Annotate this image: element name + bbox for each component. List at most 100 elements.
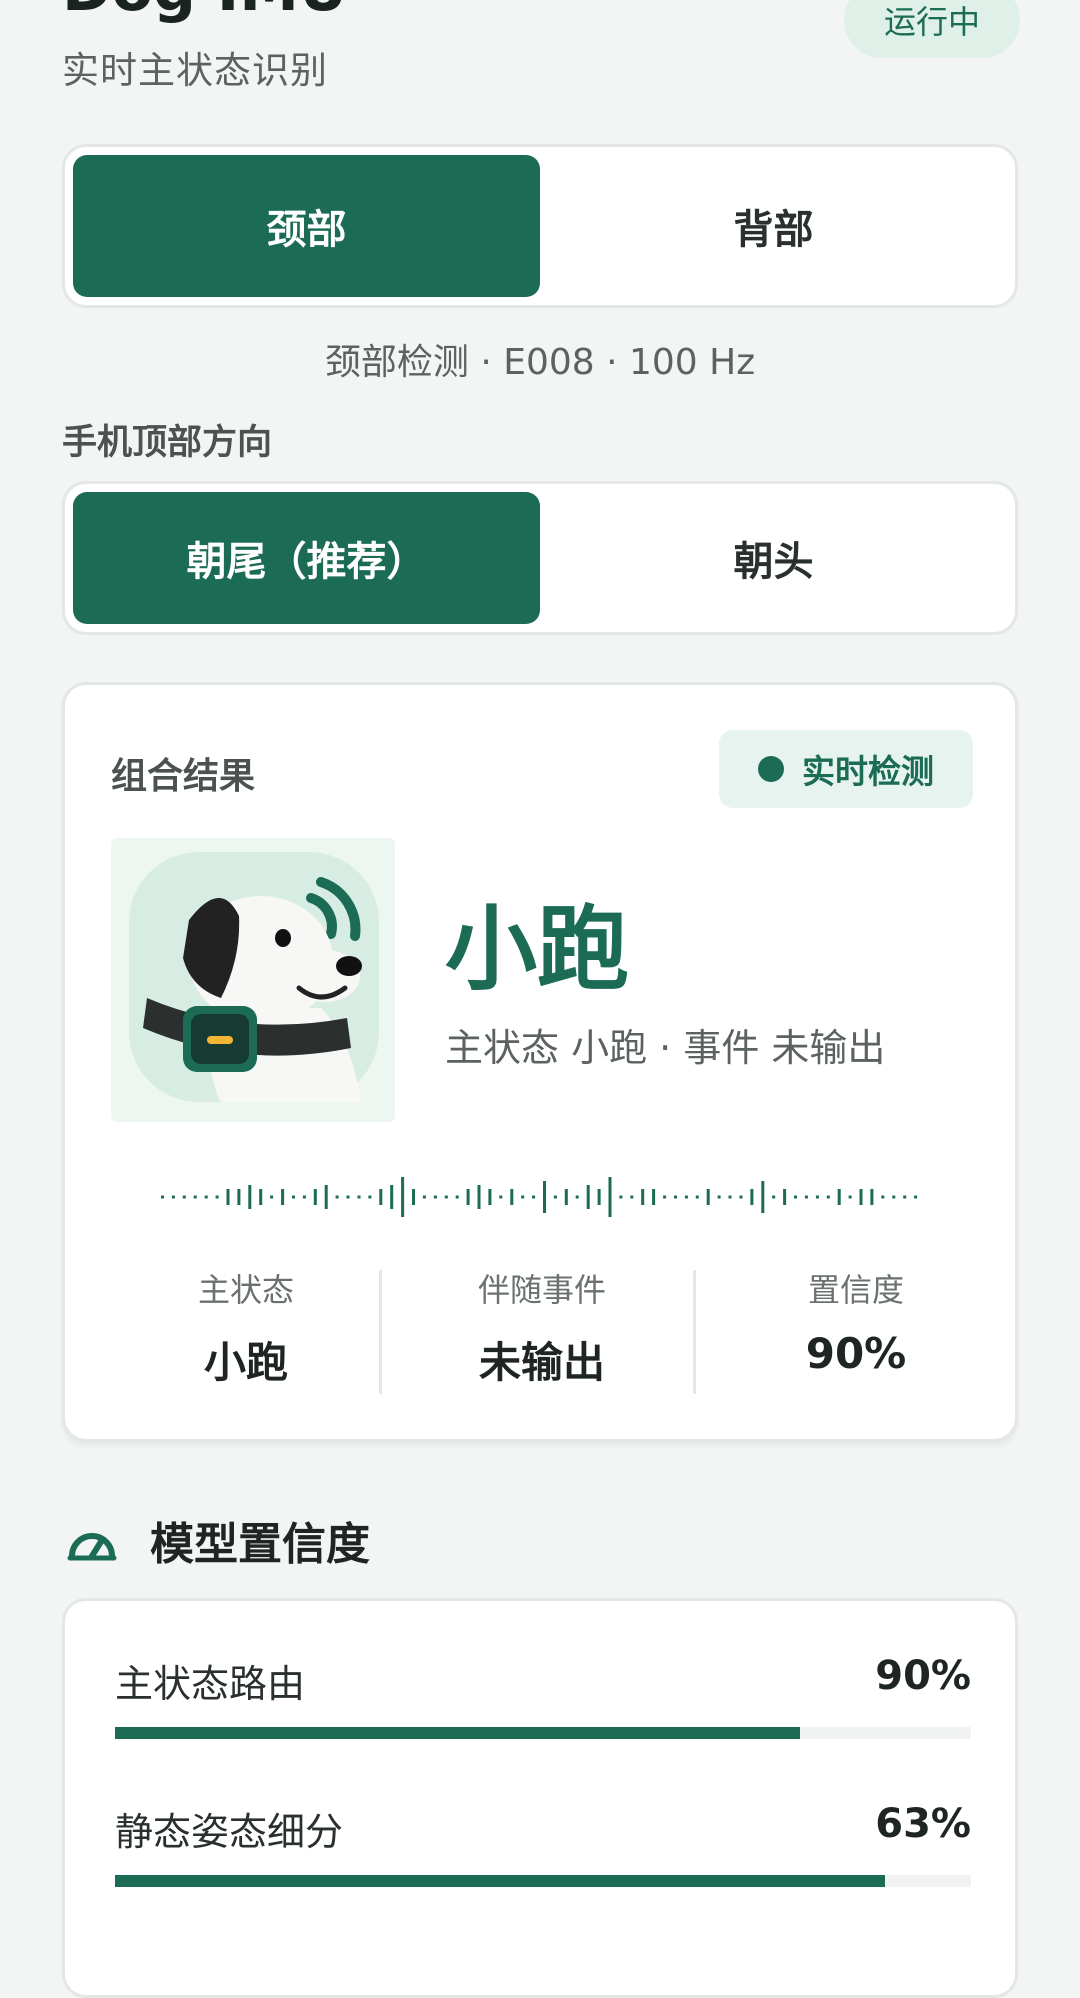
realtime-badge: 实时检测 <box>719 730 973 808</box>
waveform-bar <box>837 1189 841 1205</box>
waveform-bar <box>379 1189 383 1205</box>
stat-event: 伴随事件 未输出 <box>387 1265 697 1390</box>
waveform-bar <box>728 1195 732 1199</box>
waveform-bar <box>204 1195 208 1199</box>
waveform-bar <box>412 1189 415 1205</box>
waveform-bar <box>783 1189 787 1205</box>
mount-option-back[interactable]: 背部 <box>540 155 1007 297</box>
waveform-bar <box>695 1195 699 1199</box>
waveform-bar <box>870 1189 874 1205</box>
stat-main-state-value: 小跑 <box>203 1338 288 1387</box>
waveform-bar <box>794 1195 797 1199</box>
orientation-option-tail[interactable]: 朝尾（推荐） <box>73 492 540 624</box>
waveform-bar <box>804 1195 808 1199</box>
waveform-bar <box>684 1195 688 1199</box>
waveform-bar <box>630 1195 634 1199</box>
current-state: 小跑 <box>445 896 630 1003</box>
confidence-card: 主状态路由 90% 静态姿态细分 63% <box>62 1598 1018 1998</box>
confidence-bar-fill <box>115 1727 800 1739</box>
waveform-bar <box>357 1195 361 1199</box>
mount-option-neck[interactable]: 颈部 <box>73 155 540 297</box>
waveform-bar <box>543 1181 546 1213</box>
waveform-bar <box>281 1189 285 1205</box>
orientation-selector: 朝尾（推荐） 朝头 <box>62 481 1018 635</box>
result-card: 组合结果 实时检测 小跑 主状态 小跑 · 事件 未输出 主状态 小跑 伴随事件… <box>62 682 1018 1442</box>
waveform-bar <box>477 1185 481 1209</box>
waveform-bar <box>619 1195 623 1199</box>
waveform-bar <box>499 1195 503 1199</box>
waveform-bar <box>346 1195 350 1199</box>
waveform-bar <box>292 1195 295 1199</box>
stat-confidence-value: 90% <box>805 1329 907 1378</box>
signal-waveform <box>161 1177 918 1217</box>
waveform-bar <box>914 1195 918 1199</box>
waveform-bar <box>510 1189 514 1205</box>
waveform-bar <box>903 1195 907 1199</box>
waveform-bar <box>488 1189 492 1205</box>
waveform-bar <box>521 1195 525 1199</box>
confidence-bar-track <box>115 1727 971 1739</box>
waveform-bar <box>433 1195 437 1199</box>
confidence-row-name: 主状态路由 <box>115 1662 306 1706</box>
waveform-bar <box>226 1189 230 1205</box>
waveform-bar <box>313 1189 317 1205</box>
waveform-bar <box>641 1189 645 1205</box>
waveform-bar <box>652 1189 656 1205</box>
orientation-option-head[interactable]: 朝头 <box>540 492 1007 624</box>
waveform-bar <box>270 1195 274 1199</box>
waveform-bar <box>466 1189 470 1205</box>
waveform-bar <box>248 1185 252 1209</box>
confidence-row-value: 90% <box>875 1653 971 1699</box>
waveform-bar <box>761 1181 765 1213</box>
waveform-bar <box>182 1195 186 1199</box>
waveform-bar <box>881 1195 885 1199</box>
waveform-bar <box>215 1195 219 1199</box>
waveform-bar <box>335 1195 339 1199</box>
stat-confidence-label: 置信度 <box>807 1271 904 1309</box>
result-card-label: 组合结果 <box>111 756 256 797</box>
waveform-bar <box>739 1195 743 1199</box>
waveform-bar <box>259 1189 263 1205</box>
stat-main-state: 主状态 小跑 <box>91 1265 401 1390</box>
waveform-bar <box>401 1177 405 1217</box>
confidence-bar-track <box>115 1875 971 1887</box>
waveform-bar <box>586 1185 590 1209</box>
stat-main-state-label: 主状态 <box>197 1271 294 1309</box>
stat-event-value: 未输出 <box>478 1338 605 1387</box>
running-status-badge: 运行中 <box>844 0 1020 58</box>
gauge-icon <box>67 1533 117 1561</box>
dog-illustration <box>111 838 395 1122</box>
live-dot-icon <box>758 756 784 782</box>
waveform-bar <box>848 1195 852 1199</box>
app-subtitle: 实时主状态识别 <box>62 49 328 92</box>
confidence-row-value: 63% <box>875 1801 971 1847</box>
waveform-bar <box>390 1185 394 1209</box>
waveform-bar <box>302 1195 306 1199</box>
waveform-bar <box>826 1195 830 1199</box>
realtime-badge-label: 实时检测 <box>802 752 934 791</box>
mount-selector: 颈部 背部 <box>62 144 1018 308</box>
waveform-bar <box>608 1177 612 1217</box>
waveform-bar <box>564 1189 568 1205</box>
waveform-bar <box>663 1195 667 1199</box>
waveform-bar <box>161 1195 164 1199</box>
waveform-bar <box>706 1189 710 1205</box>
waveform-bar <box>532 1195 536 1199</box>
waveform-bar <box>859 1189 863 1205</box>
orientation-label: 手机顶部方向 <box>62 423 273 463</box>
waveform-bar <box>597 1189 601 1205</box>
state-summary: 主状态 小跑 · 事件 未输出 <box>445 1026 886 1070</box>
confidence-row-name: 静态姿态细分 <box>115 1810 344 1854</box>
waveform-bar <box>422 1195 426 1199</box>
waveform-bar <box>368 1195 372 1199</box>
waveform-bar <box>553 1195 557 1199</box>
waveform-bar <box>444 1195 448 1199</box>
confidence-section-title: 模型置信度 <box>150 1519 370 1570</box>
waveform-bar <box>815 1195 819 1199</box>
waveform-bar <box>674 1195 677 1199</box>
waveform-bar <box>193 1195 197 1199</box>
stat-confidence: 置信度 90% <box>701 1265 1011 1378</box>
app-title: Dog IMU <box>62 0 348 26</box>
waveform-bar <box>455 1195 459 1199</box>
stat-event-label: 伴随事件 <box>477 1271 606 1309</box>
